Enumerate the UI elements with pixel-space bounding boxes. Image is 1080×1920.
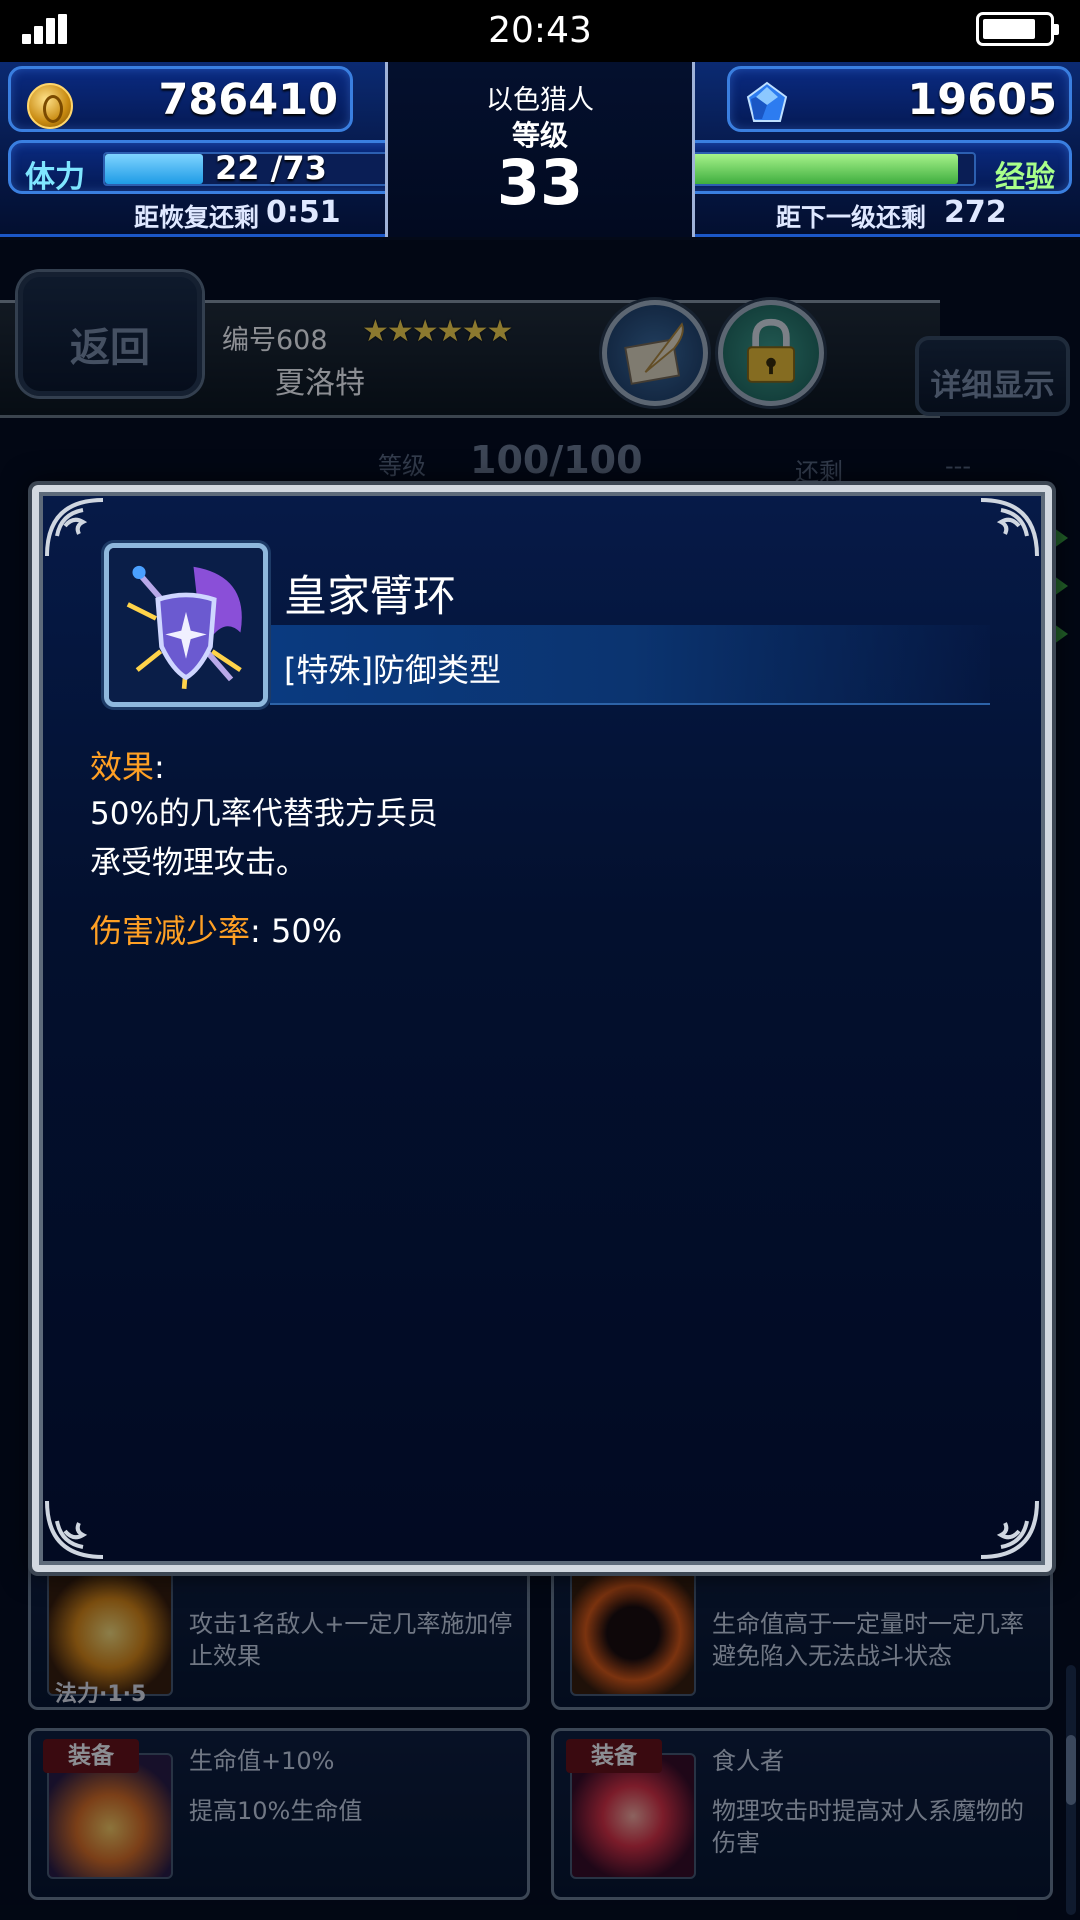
damage-reduction-label: 伤害减少率 — [90, 912, 251, 950]
skill-type: [特殊]防御类型 — [284, 651, 501, 689]
effect-description-line: 50%的几率代替我方兵员 — [90, 796, 438, 832]
gem-panel: 19605 — [727, 66, 1072, 132]
stamina-panel: 体力 22 /73 — [8, 140, 443, 195]
effect-description: 50%的几率代替我方兵员 承受物理攻击。 — [90, 790, 438, 888]
shield-skill-icon — [104, 543, 268, 707]
exp-panel: 经验 — [637, 140, 1072, 195]
ornament-corner — [980, 1500, 1039, 1559]
exp-label: 经验 — [995, 160, 1055, 195]
player-name: 以色猎人 — [486, 85, 594, 116]
next-level-label: 距下一级还剩 — [776, 203, 927, 232]
stamina-label: 体力 — [25, 160, 85, 195]
rank-panel: 以色猎人 等级 33 — [385, 62, 695, 237]
effect-heading: 效果: — [90, 748, 165, 786]
ornament-corner — [45, 1500, 104, 1559]
status-time: 20:43 — [488, 10, 592, 51]
ornament-corner — [980, 498, 1039, 557]
recover-time: 0:51 — [266, 195, 341, 230]
stamina-value: 22 /73 — [215, 149, 327, 187]
battery-icon — [976, 12, 1059, 46]
gil-coin-icon — [27, 83, 73, 129]
gem-value: 19605 — [907, 75, 1057, 125]
damage-reduction-value: : 50% — [250, 912, 343, 950]
exp-bar — [646, 152, 976, 186]
damage-reduction: 伤害减少率: 50% — [90, 906, 342, 952]
rank-value: 33 — [496, 146, 584, 219]
recover-label: 距恢复还剩 — [134, 203, 260, 232]
player-header: 786410 19605 体力 22 /73 距恢复还剩 0:51 经验 距下一… — [0, 62, 1080, 237]
status-bar: 20:43 — [0, 0, 1080, 62]
effect-description-line: 承受物理攻击。 — [90, 845, 307, 881]
gem-icon — [746, 81, 788, 122]
skill-title: 皇家臂环 — [284, 572, 456, 622]
gil-panel: 786410 — [8, 66, 353, 132]
gil-value: 786410 — [158, 75, 338, 125]
next-level-value: 272 — [944, 195, 1007, 230]
